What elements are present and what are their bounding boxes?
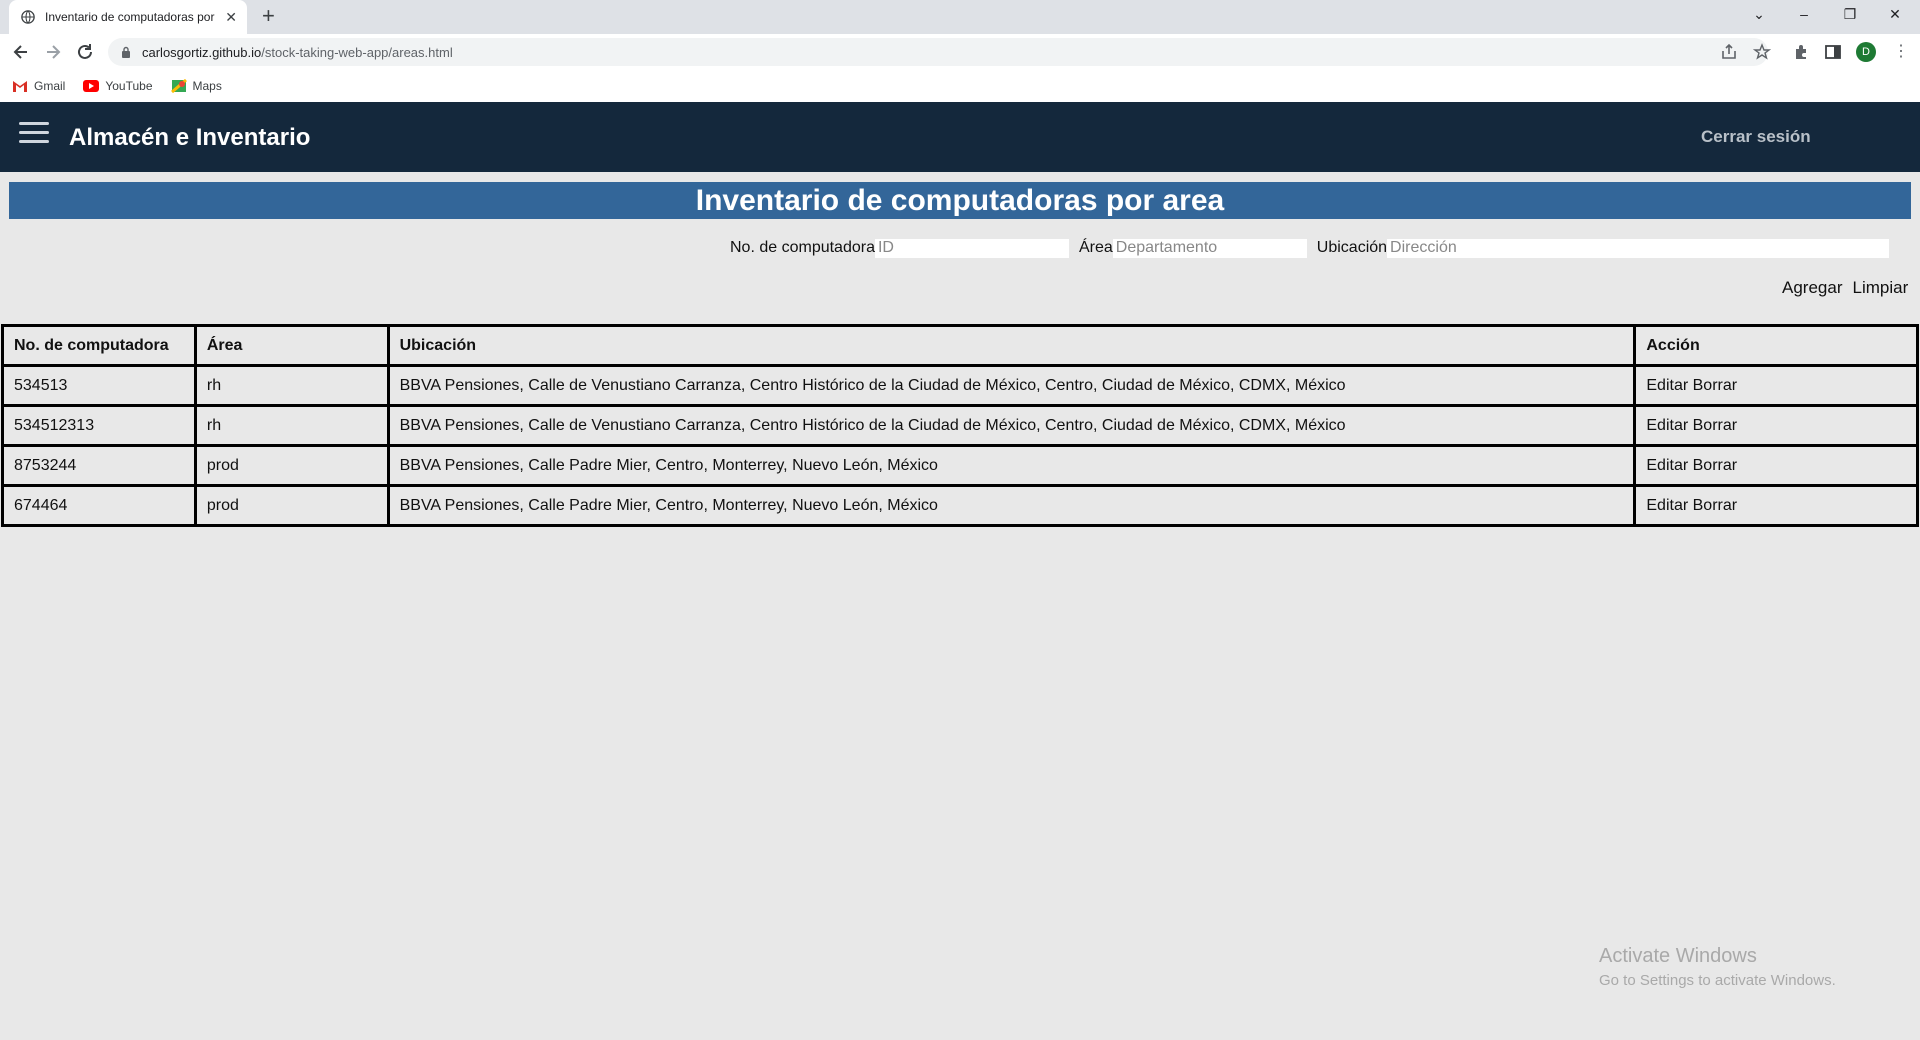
table-row: 674464 prod BBVA Pensiones, Calle Padre … bbox=[1, 484, 1919, 527]
windows-activation-watermark: Activate Windows Go to Settings to activ… bbox=[1599, 945, 1836, 989]
cell-id: 674464 bbox=[1, 484, 197, 527]
logout-link[interactable]: Cerrar sesión bbox=[1701, 127, 1811, 147]
add-button[interactable]: Agregar bbox=[1782, 278, 1842, 298]
browser-menu-icon[interactable]: ⋮ bbox=[1893, 41, 1909, 61]
url-host: carlosgortiz.github.io bbox=[142, 44, 262, 60]
watermark-title: Activate Windows bbox=[1599, 945, 1757, 967]
tab-close-icon[interactable]: ✕ bbox=[225, 9, 237, 26]
column-header-action: Acción bbox=[1633, 324, 1919, 367]
cell-location: BBVA Pensiones, Calle Padre Mier, Centro… bbox=[386, 444, 1637, 487]
cell-location: BBVA Pensiones, Calle Padre Mier, Centro… bbox=[386, 484, 1637, 527]
browser-toolbar: carlosgortiz.github.io/stock-taking-web-… bbox=[0, 34, 1920, 70]
tab-search-icon[interactable]: ⌄ bbox=[1749, 6, 1769, 23]
app-title: Almacén e Inventario bbox=[69, 124, 311, 151]
area-input[interactable] bbox=[1112, 238, 1307, 258]
close-window-button[interactable]: ✕ bbox=[1885, 6, 1905, 23]
url-path: /stock-taking-web-app/areas.html bbox=[261, 44, 453, 60]
form-actions: Agregar Limpiar bbox=[1782, 278, 1908, 298]
minimize-button[interactable]: – bbox=[1794, 6, 1814, 22]
lock-icon bbox=[122, 46, 130, 58]
cell-area: prod bbox=[193, 484, 390, 527]
bookmarks-bar: Gmail YouTube Maps bbox=[0, 70, 1920, 102]
cell-area: rh bbox=[193, 364, 390, 407]
bookmark-youtube[interactable]: YouTube bbox=[83, 79, 153, 93]
bookmark-label: YouTube bbox=[105, 79, 153, 93]
bookmark-star-icon[interactable] bbox=[1753, 43, 1771, 61]
cell-action: Editar Borrar bbox=[1633, 404, 1919, 447]
id-label: No. de computadora bbox=[730, 239, 875, 256]
cell-area: prod bbox=[193, 444, 390, 487]
edit-button[interactable]: Editar bbox=[1646, 377, 1688, 394]
tab-title: Inventario de computadoras por bbox=[45, 10, 215, 24]
cell-id: 534512313 bbox=[1, 404, 197, 447]
delete-button[interactable]: Borrar bbox=[1693, 497, 1737, 514]
reload-icon[interactable] bbox=[75, 42, 95, 62]
delete-button[interactable]: Borrar bbox=[1693, 377, 1737, 394]
table-row: 8753244 prod BBVA Pensiones, Calle Padre… bbox=[1, 444, 1919, 487]
table-row: 534513 rh BBVA Pensiones, Calle de Venus… bbox=[1, 364, 1919, 407]
cell-id: 534513 bbox=[1, 364, 197, 407]
table-header-row: No. de computadora Área Ubicación Acción bbox=[1, 324, 1919, 367]
side-panel-icon[interactable] bbox=[1824, 43, 1842, 61]
restore-button[interactable]: ❐ bbox=[1840, 6, 1860, 23]
new-tab-button[interactable]: + bbox=[262, 5, 275, 27]
edit-button[interactable]: Editar bbox=[1646, 457, 1688, 474]
table-row: 534512313 rh BBVA Pensiones, Calle de Ve… bbox=[1, 404, 1919, 447]
location-input[interactable] bbox=[1387, 238, 1890, 258]
area-label: Área bbox=[1078, 239, 1113, 256]
clear-button[interactable]: Limpiar bbox=[1852, 278, 1908, 298]
location-label: Ubicación bbox=[1316, 239, 1388, 256]
page-title: Inventario de computadoras por area bbox=[9, 182, 1911, 219]
forward-icon[interactable] bbox=[43, 42, 63, 62]
delete-button[interactable]: Borrar bbox=[1693, 417, 1737, 434]
column-header-area: Área bbox=[193, 324, 390, 367]
cell-area: rh bbox=[193, 404, 390, 447]
cell-action: Editar Borrar bbox=[1633, 444, 1919, 487]
extensions-icon[interactable] bbox=[1792, 43, 1810, 61]
edit-button[interactable]: Editar bbox=[1646, 497, 1688, 514]
delete-button[interactable]: Borrar bbox=[1693, 457, 1737, 474]
maps-icon bbox=[170, 79, 187, 93]
column-header-id: No. de computadora bbox=[1, 324, 197, 367]
watermark-subtitle: Go to Settings to activate Windows. bbox=[1599, 972, 1836, 989]
youtube-icon bbox=[83, 80, 100, 92]
inventory-form: No. de computadora Área Ubicación bbox=[730, 238, 1899, 258]
hamburger-menu-icon[interactable] bbox=[19, 122, 49, 146]
inventory-table: No. de computadora Área Ubicación Acción… bbox=[1, 324, 1919, 527]
app-header: Almacén e Inventario Cerrar sesión bbox=[0, 102, 1920, 172]
id-input[interactable] bbox=[874, 238, 1069, 258]
profile-avatar[interactable]: D bbox=[1856, 42, 1876, 62]
cell-location: BBVA Pensiones, Calle de Venustiano Carr… bbox=[386, 404, 1637, 447]
share-icon[interactable] bbox=[1720, 43, 1738, 61]
cell-action: Editar Borrar bbox=[1633, 484, 1919, 527]
address-bar[interactable]: carlosgortiz.github.io/stock-taking-web-… bbox=[108, 38, 1768, 66]
gmail-icon bbox=[13, 81, 27, 92]
globe-icon bbox=[21, 10, 35, 24]
bookmark-maps[interactable]: Maps bbox=[170, 79, 222, 93]
bookmark-gmail[interactable]: Gmail bbox=[12, 79, 65, 93]
bookmark-label: Maps bbox=[192, 79, 222, 93]
cell-id: 8753244 bbox=[1, 444, 197, 487]
bookmark-label: Gmail bbox=[34, 79, 66, 93]
browser-tab[interactable]: Inventario de computadoras por ✕ bbox=[9, 0, 247, 34]
browser-tab-strip: Inventario de computadoras por ✕ + ⌄ – ❐… bbox=[0, 0, 1920, 34]
cell-action: Editar Borrar bbox=[1633, 364, 1919, 407]
url-text: carlosgortiz.github.io/stock-taking-web-… bbox=[142, 45, 453, 60]
column-header-location: Ubicación bbox=[386, 324, 1637, 367]
cell-location: BBVA Pensiones, Calle de Venustiano Carr… bbox=[386, 364, 1637, 407]
edit-button[interactable]: Editar bbox=[1646, 417, 1688, 434]
back-icon[interactable] bbox=[11, 42, 31, 62]
